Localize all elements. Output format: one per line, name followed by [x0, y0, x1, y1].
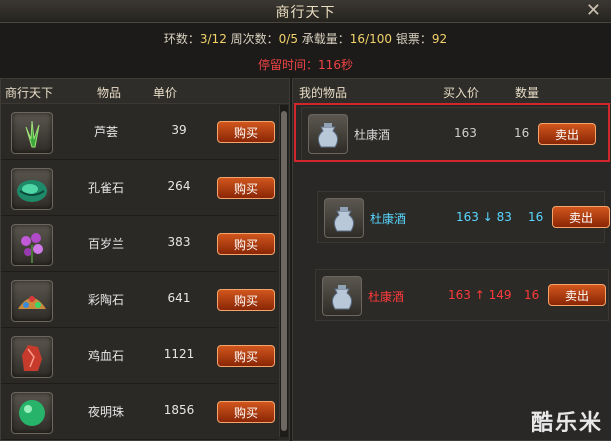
inventory-table-header: 我的物品 买入价 数量: [293, 79, 611, 104]
scrollbar-thumb[interactable]: [281, 111, 287, 431]
window-title: 商行天下: [275, 5, 336, 21]
bloodstone-icon: [11, 336, 53, 378]
market-scrollbar[interactable]: [279, 105, 288, 437]
header-market: 商行天下: [5, 86, 54, 100]
round-value: 3/12: [199, 32, 227, 46]
market-row: 百岁兰 383 购买: [1, 216, 277, 272]
buy-button[interactable]: 购买: [217, 345, 275, 367]
item-name: 夜明珠: [87, 405, 124, 419]
item-buy-price: 163 ↑ 149: [448, 288, 512, 302]
item-buy-price: 163 ↓ 83: [456, 210, 512, 224]
header-quantity: 数量: [515, 86, 540, 100]
item-price: 1856: [163, 403, 195, 417]
round-label: 环数：: [163, 32, 200, 46]
item-price: 264: [167, 179, 191, 193]
week-value: 0/5: [278, 32, 298, 46]
item-quantity: 16: [528, 210, 544, 224]
item-price: 1121: [163, 347, 195, 361]
wine-pot-icon: [322, 276, 362, 316]
buy-button[interactable]: 购买: [217, 401, 275, 423]
inventory-row: 杜康酒 163 ↓ 83 16 卖出: [317, 191, 610, 243]
aloe-icon: [11, 112, 53, 154]
item-name: 彩陶石: [87, 293, 124, 307]
selection-highlight: [294, 103, 610, 162]
sell-button[interactable]: 卖出: [548, 284, 606, 306]
week-label: 周次数：: [226, 32, 279, 46]
sell-button[interactable]: 卖出: [552, 206, 610, 228]
painted-stone-icon: [11, 280, 53, 322]
item-name: 杜康酒: [370, 212, 407, 226]
load-label: 承载量：: [297, 32, 350, 46]
title-bar: 商行天下 ✕: [0, 0, 611, 23]
market-row: 芦荟 39 购买: [1, 104, 277, 160]
item-name: 鸡血石: [87, 349, 124, 363]
stay-time: 停留时间：116秒: [258, 58, 353, 72]
item-price: 641: [167, 291, 191, 305]
market-panel: 商行天下 物品 单价 芦荟 39 购买 孔雀石 264 购买 百岁兰 383 购…: [0, 78, 290, 441]
close-icon[interactable]: ✕: [586, 0, 601, 21]
inventory-row: 杜康酒 163 ↑ 149 16 卖出: [315, 269, 609, 321]
header-item: 物品: [97, 86, 122, 100]
buy-button[interactable]: 购买: [217, 121, 275, 143]
header-my-items: 我的物品: [299, 86, 348, 100]
item-name: 杜康酒: [368, 290, 405, 304]
buy-button[interactable]: 购买: [217, 289, 275, 311]
load-value: 16/100: [349, 32, 393, 46]
market-row: 鸡血石 1121 购买: [1, 328, 277, 384]
silver-value: 92: [431, 32, 448, 46]
item-name: 百岁兰: [87, 237, 124, 251]
market-row: 夜明珠 1856 购买: [1, 384, 277, 440]
item-name: 孔雀石: [87, 181, 124, 195]
buy-button[interactable]: 购买: [217, 233, 275, 255]
market-row: 彩陶石 641 购买: [1, 272, 277, 328]
trade-stats: 环数：3/12 周次数：0/5 承载量：16/100 银票：92: [0, 30, 611, 47]
item-price: 383: [167, 235, 191, 249]
header-price: 单价: [153, 86, 178, 100]
header-buy-price: 买入价: [443, 86, 480, 100]
watermark-text: 酷乐米: [530, 411, 603, 436]
buy-button[interactable]: 购买: [217, 177, 275, 199]
wine-pot-icon: [324, 198, 364, 238]
item-quantity: 16: [524, 288, 540, 302]
malachite-icon: [11, 168, 53, 210]
item-name: 芦荟: [93, 125, 118, 139]
item-price: 39: [171, 123, 187, 137]
market-row: 孔雀石 264 购买: [1, 160, 277, 216]
silver-label: 银票：: [392, 32, 432, 46]
market-table-header: 商行天下 物品 单价: [1, 79, 289, 104]
orchid-icon: [11, 224, 53, 266]
luminous-pearl-icon: [11, 392, 53, 434]
